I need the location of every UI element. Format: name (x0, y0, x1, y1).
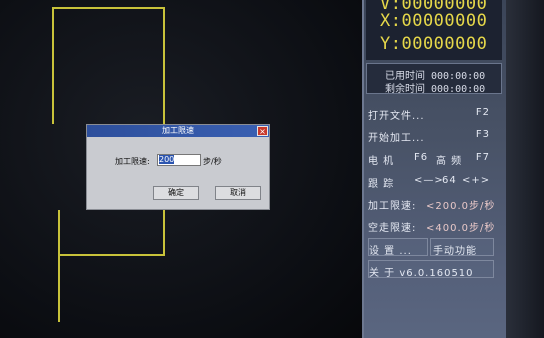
track-increase-button[interactable]: <+> (462, 175, 490, 186)
path-line-left-lower (58, 210, 60, 322)
motor-menu-item[interactable]: 电 机 F6 高 频 F7 (368, 152, 496, 170)
track-decrease-button[interactable]: <—> (414, 175, 444, 186)
about-button[interactable]: 关 于 v6.0.160510 (368, 260, 494, 279)
manual-function-label: 手动功能 (433, 246, 477, 257)
start-process-menu-item[interactable]: 开始加工... F3 (368, 129, 496, 147)
settings-button[interactable]: 设 置 ... (368, 238, 428, 257)
idle-limit-value: <400.0步/秒 (426, 223, 496, 234)
open-file-key: F2 (475, 107, 490, 118)
track-menu-item[interactable]: 跟 踪 <—> 64 <+> (368, 175, 496, 193)
x-coordinate: X:00000000 (380, 11, 488, 31)
start-process-label: 开始加工... (368, 133, 425, 144)
settings-label: 设 置 ... (369, 246, 412, 257)
open-file-menu-item[interactable]: 打开文件... F2 (368, 107, 496, 125)
motor-value: 高 频 (436, 156, 463, 167)
motor-key: F6 (414, 152, 429, 163)
screen-edge (506, 0, 544, 338)
track-value: 64 (442, 175, 457, 186)
remaining-time-row: 剩余时间 000:00:00 (385, 80, 485, 95)
idle-limit-menu-item[interactable]: 空走限速: <400.0步/秒 (368, 219, 496, 237)
speed-limit-input[interactable]: 200 (157, 154, 201, 166)
motor-label: 电 机 (368, 156, 395, 167)
idle-limit-label: 空走限速: (368, 223, 417, 234)
speed-limit-unit: 步/秒 (203, 157, 222, 166)
coordinate-readout: V:00000000 X:00000000 Y:00000000 (366, 0, 502, 60)
path-line-bottom (58, 254, 165, 256)
remaining-time-label: 剩余时间 (385, 84, 425, 95)
cancel-button[interactable]: 取消 (215, 186, 261, 200)
dialog-title: 加工限速 (87, 125, 269, 137)
track-label: 跟 踪 (368, 179, 395, 190)
about-label: 关 于 v6.0.160510 (369, 268, 474, 279)
manual-function-button[interactable]: 手动功能 (430, 238, 494, 257)
speed-limit-field-label: 加工限速: (115, 157, 150, 166)
close-icon[interactable]: × (257, 126, 268, 136)
speed-limit-input-value: 200 (159, 155, 175, 164)
time-box: 已用时间 000:00:00 剩余时间 000:00:00 (366, 63, 502, 95)
open-file-label: 打开文件... (368, 111, 425, 122)
path-line-left-top (52, 7, 54, 124)
path-line-top (52, 7, 163, 9)
start-process-key: F3 (475, 129, 490, 140)
remaining-time-value: 000:00:00 (431, 84, 486, 95)
process-speed-limit-dialog: 加工限速 × 加工限速: 200 步/秒 确定 取消 (86, 124, 270, 210)
ok-button[interactable]: 确定 (153, 186, 199, 200)
process-limit-menu-item[interactable]: 加工限速: <200.0步/秒 (368, 197, 496, 215)
process-limit-label: 加工限速: (368, 201, 417, 212)
process-limit-value: <200.0步/秒 (426, 201, 496, 212)
motor-value-key: F7 (475, 152, 490, 163)
y-coordinate: Y:00000000 (380, 34, 488, 54)
